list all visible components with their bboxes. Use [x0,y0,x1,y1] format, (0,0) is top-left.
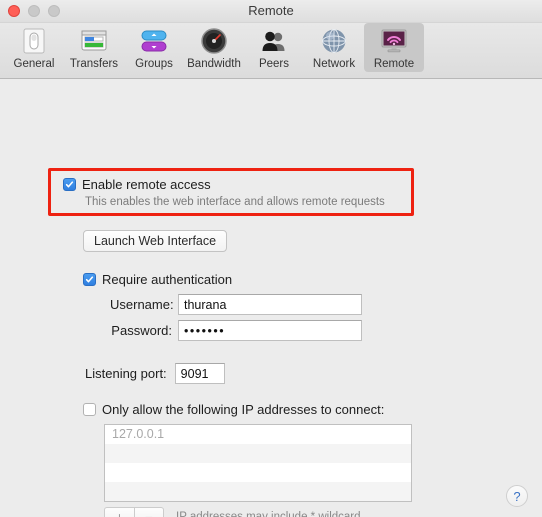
list-item[interactable]: 127.0.0.1 [105,425,411,444]
title-bar: Remote [0,0,542,23]
ip-restriction-label: Only allow the following IP addresses to… [102,402,385,417]
ip-wildcard-hint: IP addresses may include * wildcard [176,510,361,517]
ip-restriction-checkbox[interactable] [83,403,96,416]
toolbar-item-groups[interactable]: Groups [124,23,184,72]
bandwidth-icon [198,25,230,57]
toolbar-item-groups-label: Groups [135,58,173,70]
window-title: Remote [248,3,294,18]
toolbar-item-remote-label: Remote [373,58,415,70]
listening-port-row: Listening port: [85,363,225,384]
launch-web-interface-button[interactable]: Launch Web Interface [83,230,228,252]
list-item-empty [105,463,411,482]
listening-port-label: Listening port: [85,366,167,381]
add-ip-button[interactable]: + [104,507,134,517]
remote-settings-panel: Enable remote access This enables the we… [0,79,542,517]
checkmark-icon [85,276,94,283]
remove-ip-button[interactable]: − [134,507,164,517]
username-input[interactable] [178,294,362,315]
toolbar-item-network[interactable]: Network [304,23,364,72]
toolbar-item-general[interactable]: General [4,23,64,72]
enable-remote-access-label: Enable remote access [82,177,211,192]
preferences-window: Remote General Transfers Groups Bandwidt… [0,0,542,517]
help-button[interactable]: ? [506,485,528,507]
toolbar-item-general-label: General [13,58,55,70]
list-item-empty [105,482,411,501]
network-icon [318,25,350,57]
peers-icon [258,25,290,57]
username-label: Username: [110,297,174,312]
toolbar-item-peers-label: Peers [258,58,290,70]
ip-address-list[interactable]: 127.0.0.1 [104,424,412,502]
ip-restriction-row[interactable]: Only allow the following IP addresses to… [83,402,384,417]
list-item-empty [105,444,411,463]
toolbar-item-network-label: Network [312,58,356,70]
enable-remote-access-row[interactable]: Enable remote access [63,177,211,192]
checkmark-icon [65,181,74,188]
require-authentication-label: Require authentication [102,272,233,287]
preferences-toolbar: General Transfers Groups Bandwidth Peers… [0,23,542,79]
transfers-icon [78,25,110,57]
password-row: Password: [110,320,362,341]
password-input[interactable] [178,320,362,341]
toolbar-item-transfers[interactable]: Transfers [64,23,124,72]
username-row: Username: [110,294,362,315]
enable-remote-access-description: This enables the web interface and allow… [85,196,385,208]
password-label: Password: [111,323,172,338]
launch-web-interface-row[interactable]: Launch Web Interface [83,230,228,252]
toolbar-item-peers[interactable]: Peers [244,23,304,72]
enable-remote-access-checkbox[interactable] [63,178,76,191]
listening-port-input[interactable] [174,363,225,384]
require-authentication-row[interactable]: Require authentication [83,272,232,287]
toolbar-item-remote[interactable]: Remote [364,23,424,72]
general-icon [18,25,50,57]
toolbar-item-transfers-label: Transfers [69,58,119,70]
toolbar-item-bandwidth-label: Bandwidth [187,58,241,70]
require-authentication-checkbox[interactable] [83,273,96,286]
remote-icon [378,25,410,57]
toolbar-item-bandwidth[interactable]: Bandwidth [184,23,244,72]
groups-icon [138,25,170,57]
annotation-highlight-box [48,168,414,216]
ip-list-controls: + − IP addresses may include * wildcard [104,507,361,517]
